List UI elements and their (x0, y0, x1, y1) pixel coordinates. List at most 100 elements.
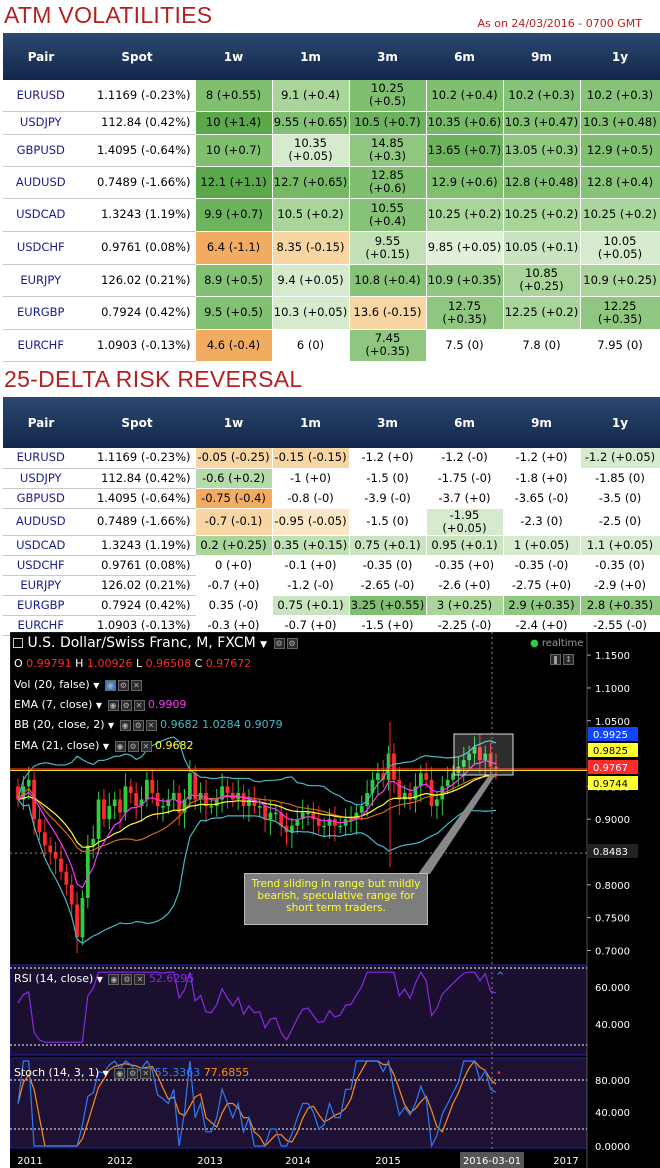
y-tick-label: 0.8000 (595, 881, 630, 892)
tenor-cell: -0.35 (0) (580, 555, 660, 576)
candle-body (429, 779, 434, 807)
table-row: USDJPY 112.84 (0.42%) -0.6 (+0.2) -1 (+0) -1… (3, 468, 660, 489)
tenor-cell: -0.1 (+0) (272, 555, 350, 576)
gear-icon[interactable]: ⚙ (117, 679, 129, 691)
eye-icon[interactable]: ◉ (107, 699, 119, 711)
chart-controls[interactable]: ❚ ↕ (548, 652, 574, 665)
pause-icon[interactable]: ❚ (550, 653, 561, 665)
candle-body (150, 779, 155, 793)
candle-body (102, 799, 106, 820)
ohlc-close-label: C (194, 657, 203, 670)
column-header-6m: 6m (426, 33, 503, 80)
close-icon[interactable]: ✕ (140, 1067, 152, 1079)
stoch-marker: • (496, 1068, 502, 1079)
scale-icon[interactable]: ↕ (563, 653, 574, 665)
column-header-1m: 1m (272, 33, 349, 80)
table-row: USDCHF 0.9761 (0.08%) 6.4 (-1.1) 8.35 (-0.1… (3, 231, 660, 265)
spot-cell: 112.84 (0.42%) (79, 111, 196, 135)
risk-reversal-table: Pair Spot 1w 1m 3m 6m 9m 1y EURUSD 1.1169 (-0.23… (3, 397, 660, 636)
tenor-cell: 0.2 (+0.25) (195, 535, 273, 556)
ohlc-low: 0.96508 (145, 657, 192, 670)
vol-indicator[interactable]: Vol (20, false) ▼ ◉ ⚙ ✕ (14, 678, 142, 691)
candle-body (214, 799, 219, 807)
table-row: GBPUSD 1.4095 (-0.64%) 10 (+0.7) 10.35 (+0.… (3, 134, 660, 167)
tenor-cell: 7.95 (0) (580, 329, 660, 362)
ohlc-high: 1.00926 (86, 657, 133, 670)
table-row: USDJPY 112.84 (0.42%) 10 (+1.4) 9.55 (+0.65… (3, 111, 660, 135)
as-of-date: As on 24/03/2016 - 0700 GMT (477, 17, 642, 30)
ema21-indicator[interactable]: EMA (21, close) ▼ ◉ ⚙ ✕ 0.9682 (14, 739, 194, 752)
table-row: USDCAD 1.3243 (1.19%) 9.9 (+0.7) 10.5 (+0.2… (3, 198, 660, 232)
tenor-cell: -2.6 (+0) (426, 575, 504, 596)
close-icon[interactable]: ✕ (130, 679, 142, 691)
stoch-indicator[interactable]: Stoch (14, 3, 1) ▼ ◉ ⚙ ✕ 55.3363 77.6855 (14, 1066, 249, 1079)
candle-body (145, 779, 149, 800)
x-tick-label: 2011 (17, 1156, 42, 1167)
eye-icon[interactable]: ◉ (114, 1067, 126, 1079)
x-tick-label: 2017 (553, 1156, 578, 1167)
rsi-indicator[interactable]: RSI (14, close) ▼ ◉ ⚙ ✕ 52.6295 (14, 972, 194, 985)
tenor-cell: 10.05 (+0.1) (503, 231, 581, 265)
close-icon[interactable]: ✕ (133, 699, 145, 711)
candle-body (241, 792, 246, 807)
ema21-label: EMA (21, close) (14, 739, 100, 752)
pair-cell: USDCHF (3, 555, 80, 576)
x-tick-label: 2014 (285, 1156, 310, 1167)
report-page: { "atm": { "title": "ATM VOLATILITIES", … (0, 0, 660, 1168)
price-marker-label: 0.8483 (593, 847, 628, 858)
tenor-cell: 10.2 (+0.3) (503, 80, 581, 112)
tenor-cell: -0.35 (-0) (503, 555, 581, 576)
table-row: EURUSD 1.1169 (-0.23%) 8 (+0.55) 9.1 (+0.4)… (3, 80, 660, 112)
atm-volatility-table: Pair Spot 1w 1m 3m 6m 9m 1y EURUSD 1.1169 (-0.23… (3, 33, 660, 362)
gear-icon[interactable]: ⚙ (120, 699, 132, 711)
column-header-pair: Pair (3, 397, 79, 448)
spot-cell: 1.1169 (-0.23%) (79, 80, 196, 112)
pair-cell: EURJPY (3, 575, 80, 596)
spot-cell: 0.7489 (-1.66%) (79, 508, 196, 536)
close-icon[interactable]: ✕ (134, 973, 146, 985)
tenor-cell: -0.35 (0) (349, 555, 427, 576)
tenor-cell: 12.9 (+0.5) (580, 134, 660, 167)
tenor-cell: 10.9 (+0.25) (580, 264, 660, 297)
ema7-indicator[interactable]: EMA (7, close) ▼ ◉ ⚙ ✕ 0.9909 (14, 698, 187, 711)
pair-cell: USDCAD (3, 198, 80, 232)
candle-body (107, 806, 112, 820)
eye-icon[interactable]: ◉ (104, 679, 116, 691)
atm-header-row: Pair Spot 1w 1m 3m 6m 9m 1y (3, 33, 660, 80)
candle-body (37, 819, 42, 833)
pair-cell: USDCAD (3, 535, 80, 556)
candle-body (397, 779, 402, 800)
eye-icon[interactable]: ◉ (119, 719, 131, 731)
tenor-cell: 9.1 (+0.4) (272, 80, 350, 112)
eye-icon[interactable]: ◉ (114, 740, 126, 752)
pair-cell: AUDUSD (3, 508, 80, 536)
bb-label: BB (20, close, 2) (14, 718, 105, 731)
chevron-down-icon[interactable]: ▼ (260, 640, 267, 650)
ohlc-readout: O 0.99791 H 1.00926 L 0.96508 C 0.97672 (14, 657, 251, 670)
bb-indicator[interactable]: BB (20, close, 2) ▼ ◉ ⚙ ✕ 0.9682 1.0284 0.… (14, 718, 283, 731)
gear-icon[interactable]: ⚙ (127, 1067, 139, 1079)
tenor-cell: 10.25 (+0.2) (503, 198, 581, 232)
range-highlight-box (453, 733, 514, 776)
tenor-cell: 0.95 (+0.1) (426, 535, 504, 556)
tenor-cell: -0.05 (-0.25) (195, 448, 273, 469)
collapse-icon[interactable] (13, 638, 23, 648)
close-icon[interactable]: ✕ (145, 719, 157, 731)
chart-header[interactable]: U.S. Dollar/Swiss Franc, M, FXCM ▼ ⚙ ⚙ (13, 635, 298, 651)
candle-body (247, 799, 251, 807)
candle-body (80, 897, 85, 938)
settings-icon[interactable]: ⚙ (273, 637, 285, 649)
gear-icon[interactable]: ⚙ (121, 973, 133, 985)
tenor-cell: 12.9 (+0.6) (426, 166, 504, 199)
candle-body (64, 871, 69, 885)
rsi-marker: ^ (496, 971, 504, 982)
stoch-tick-label: 0.0000 (595, 1142, 630, 1153)
eye-icon[interactable]: ◉ (108, 973, 120, 985)
gear-icon[interactable]: ⚙ (127, 740, 139, 752)
column-header-1m: 1m (272, 397, 349, 448)
ohlc-low-label: L (135, 657, 143, 670)
close-icon[interactable]: ✕ (140, 740, 152, 752)
gear-icon[interactable]: ⚙ (286, 637, 298, 649)
gear-icon[interactable]: ⚙ (132, 719, 144, 731)
price-marker-label: 0.9744 (593, 779, 628, 790)
